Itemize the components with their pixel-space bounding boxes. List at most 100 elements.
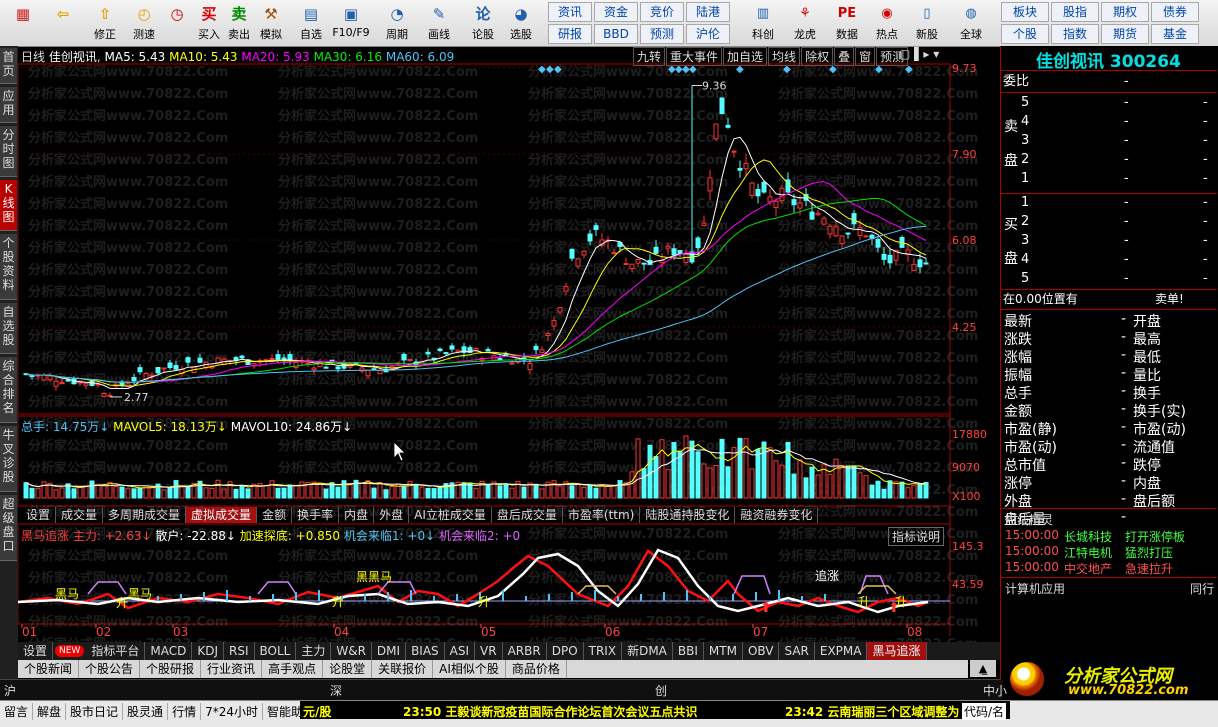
indicator-tab[interactable]: 设置	[21, 507, 57, 523]
left-tab[interactable]: 首页	[0, 48, 17, 84]
discuss-button[interactable]: 论论股	[464, 2, 502, 44]
event-diamond-icon[interactable]: ◆	[554, 64, 562, 75]
news-tab[interactable]: AI相似个股	[433, 660, 506, 678]
left-tab[interactable]: 应用	[0, 87, 17, 123]
indicator-select-tab[interactable]: MTM	[704, 642, 743, 660]
toolbar-text-button[interactable]: 沪伦	[686, 24, 730, 44]
status-item[interactable]: 7*24小时	[201, 703, 263, 720]
left-tab[interactable]: 牛叉诊股	[0, 426, 17, 492]
market-button[interactable]: 期权	[1101, 2, 1149, 22]
new-stock-button[interactable]: ▯ 新股	[908, 2, 946, 44]
left-tab[interactable]: 自选股	[0, 303, 17, 354]
indicator-tab[interactable]: 金额	[257, 507, 293, 523]
indicator-select-tab[interactable]: 指标平台	[86, 642, 146, 660]
indicator-tab[interactable]: 外盘	[374, 507, 410, 523]
indicator-select-tab[interactable]: MACD	[145, 642, 193, 660]
news-tab[interactable]: 个股研报	[140, 660, 202, 678]
chart-tool-button[interactable]: 重大事件	[666, 47, 723, 66]
status-item[interactable]: 留言	[0, 703, 34, 720]
indicator-select-tab[interactable]: NEW	[55, 645, 85, 657]
indicator-select-tab[interactable]: VR	[475, 642, 503, 660]
news-item-1[interactable]: 23:50 王毅谈新冠疫苗国际合作论坛首次会议五点共识	[403, 703, 697, 720]
indicator-tab[interactable]: 虚拟成交量	[186, 507, 258, 523]
back-arrow-button[interactable]: ⇦	[44, 2, 82, 44]
indicator-tab[interactable]: 陆股通持股变化	[640, 507, 736, 523]
market-button[interactable]: 期货	[1101, 24, 1149, 44]
index-sh[interactable]: 沪	[4, 682, 16, 699]
period-button[interactable]: ◔ 周期	[378, 2, 416, 44]
indicator-select-tab[interactable]: 设置	[18, 642, 54, 660]
news-tab[interactable]: 关联报价	[372, 660, 434, 678]
indicator-select-tab[interactable]: SAR	[779, 642, 815, 660]
collapse-button[interactable]: ▲̲	[970, 660, 996, 677]
chart-tool-button[interactable]: 九转	[633, 47, 666, 66]
stock-pick-button[interactable]: ◕ 选股	[502, 2, 540, 44]
alert-stock[interactable]: 中交地产	[1064, 560, 1112, 577]
market-button[interactable]: 指数	[1051, 24, 1099, 44]
status-item[interactable]: 股灵通	[123, 703, 169, 720]
left-tab[interactable]: 分时图	[0, 126, 17, 177]
indicator-help-button[interactable]: 指标说明	[888, 527, 945, 546]
status-item[interactable]: 行情	[168, 703, 202, 720]
globe-button[interactable]: ◍ 全球	[952, 2, 990, 44]
lock-icon[interactable]: ▢	[899, 47, 910, 61]
indicator-select-tab[interactable]: DPO	[547, 642, 584, 660]
indicator-tab[interactable]: 换手率	[292, 507, 340, 523]
toolbar-text-button[interactable]: 竞价	[640, 2, 684, 22]
index-cy[interactable]: 创	[655, 682, 667, 699]
indicator-select-tab[interactable]: TRIX	[584, 642, 623, 660]
industry-peer[interactable]: 同行	[1190, 580, 1214, 597]
toolbar-text-button[interactable]: 资讯	[548, 2, 592, 22]
pe-button[interactable]: PE 数据	[828, 2, 866, 44]
gavel-button[interactable]: ⚒ 模拟	[252, 2, 290, 44]
industry-label[interactable]: 计算机应用	[1005, 580, 1065, 597]
indicator-select-tab[interactable]: OBV	[743, 642, 780, 660]
index-sz[interactable]: 深	[330, 682, 342, 699]
status-item[interactable]: 股市日记	[66, 703, 124, 720]
chart-tool-button[interactable]: 均线	[768, 47, 801, 66]
up-arrow-button[interactable]: ⇧ 修正	[86, 2, 124, 44]
indicator-select-tab[interactable]: DMI	[372, 642, 407, 660]
indicator-select-tab[interactable]: ARBR	[503, 642, 547, 660]
chart-tool-button[interactable]: 加自选	[723, 47, 768, 66]
indicator-select-tab[interactable]: KDJ	[192, 642, 224, 660]
toolbar-text-button[interactable]: BBD	[594, 24, 638, 44]
indicator-tab[interactable]: AI立桩成交量	[409, 507, 492, 523]
indicator-select-tab[interactable]: 主力	[296, 642, 332, 660]
indicator-select-tab[interactable]: RSI	[224, 642, 255, 660]
hot-button[interactable]: ◉ 热点	[868, 2, 906, 44]
indicator-tab[interactable]: 盘后成交量	[492, 507, 563, 523]
indicator-select-tab[interactable]: BOLL	[255, 642, 297, 660]
news-tab[interactable]: 个股新闻	[18, 660, 80, 678]
toolbar-text-button[interactable]: 陆港	[686, 2, 730, 22]
news-item-2[interactable]: 23:42 云南瑞丽三个区域调整为	[785, 703, 959, 720]
windows-button[interactable]: ▦	[4, 2, 42, 44]
indicator-select-tab[interactable]: 新DMA	[622, 642, 673, 660]
sell-order-label[interactable]: 卖单!	[1155, 291, 1184, 308]
market-button[interactable]: 股指	[1051, 2, 1099, 22]
market-button[interactable]: 债券	[1151, 2, 1199, 22]
market-button[interactable]: 板块	[1001, 2, 1049, 22]
pencil-button[interactable]: ✎ 画线	[420, 2, 458, 44]
status-item[interactable]: 解盘	[33, 703, 67, 720]
index-zx[interactable]: 中小	[983, 682, 1007, 699]
news-tab[interactable]: 商品价格	[506, 660, 567, 678]
indicator-tab[interactable]: 内盘	[339, 507, 375, 523]
toolbar-text-button[interactable]: 资金	[594, 2, 638, 22]
toolbar-text-button[interactable]: 预测	[640, 24, 684, 44]
left-tab[interactable]: 个股资料	[0, 234, 17, 300]
dropdown-icon[interactable]: ▾	[933, 47, 939, 61]
news-tab[interactable]: 行业资讯	[201, 660, 263, 678]
left-tab[interactable]: K线图	[0, 180, 17, 231]
indicator-select-tab[interactable]: ASI	[445, 642, 476, 660]
chart-tool-button[interactable]: 除权	[801, 47, 834, 66]
indicator-select-tab[interactable]: BBI	[673, 642, 704, 660]
step-icon[interactable]: ▌▸	[914, 47, 929, 61]
news-tab[interactable]: 个股公告	[79, 660, 141, 678]
watchlist-button[interactable]: ▤ 自选	[292, 2, 330, 44]
event-diamond-icon[interactable]: ◆	[546, 64, 554, 75]
chart-tool-button[interactable]: 叠	[834, 47, 855, 66]
left-tab[interactable]: 超级盘口	[0, 495, 17, 561]
market-button[interactable]: 基金	[1151, 24, 1199, 44]
indicator-tab[interactable]: 成交量	[56, 507, 104, 523]
